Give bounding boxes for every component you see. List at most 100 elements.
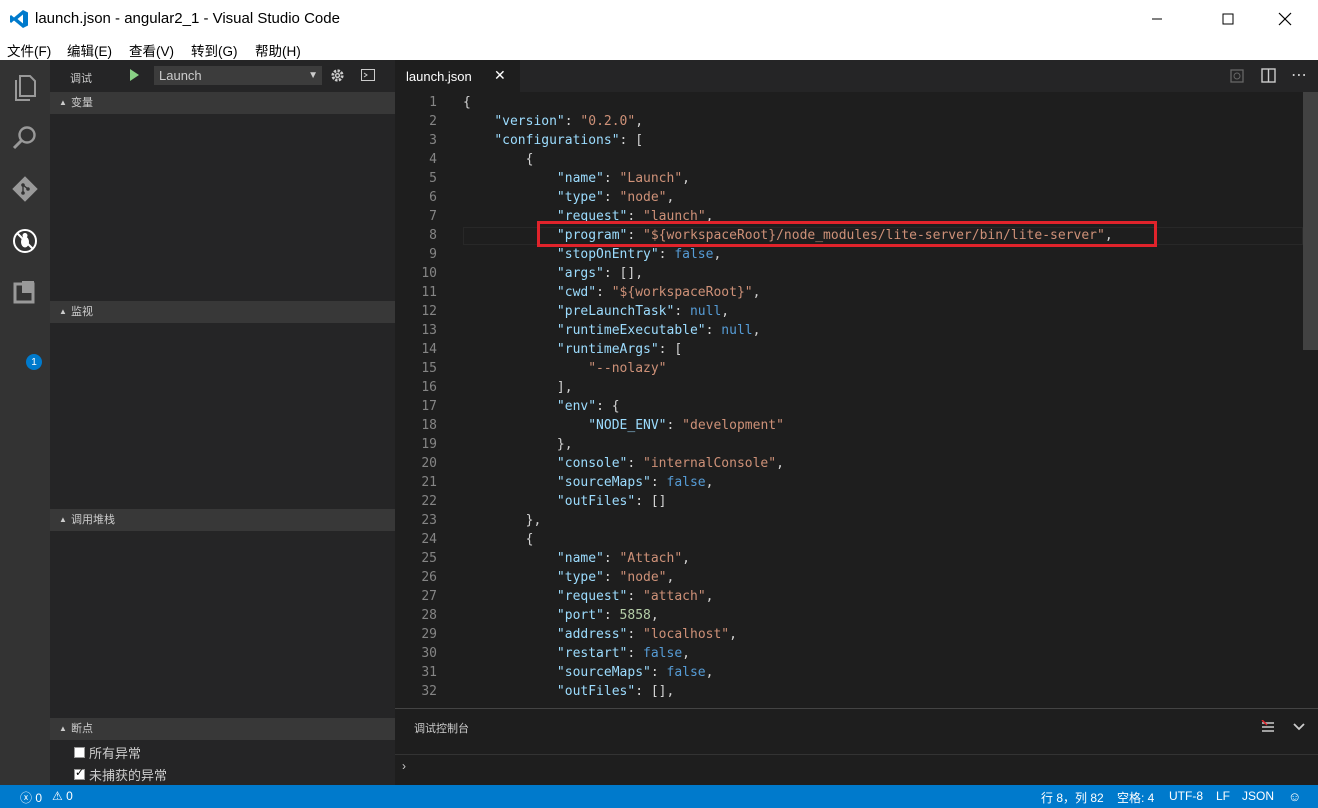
- debug-console-icon[interactable]: [361, 69, 375, 81]
- errors-status[interactable]: ⓧ 0: [20, 789, 42, 806]
- code-token: "node": [619, 570, 667, 585]
- search-button[interactable]: [0, 116, 50, 160]
- code-token: :: [603, 190, 620, 205]
- code-line: ],: [463, 380, 573, 395]
- maximize-button[interactable]: [1205, 0, 1251, 38]
- code-token: "env": [556, 399, 597, 414]
- start-debugging-icon[interactable]: [130, 69, 139, 81]
- callstack-section-header[interactable]: ▲ 调用堆栈: [50, 509, 395, 531]
- code-line: "console": "internalConsole",: [463, 456, 784, 471]
- breakpoint-all-exceptions[interactable]: 所有异常: [74, 743, 141, 762]
- menu-go[interactable]: 转到(G): [191, 40, 238, 60]
- code-line: "env": {: [463, 399, 620, 414]
- line-number: 21: [421, 475, 437, 490]
- menu-help[interactable]: 帮助(H): [255, 40, 301, 60]
- code-token: :: [658, 247, 675, 262]
- cursor-position[interactable]: 行 8，列 82: [1041, 789, 1104, 806]
- debug-button[interactable]: [0, 219, 50, 263]
- debug-sidebar: 调试 Launch ▼ ▲ 变量 ▲ 监视 ▲ 调用堆栈 ▲ 断点 所有异常 未…: [50, 60, 395, 785]
- tab-launch-json[interactable]: launch.json ✕: [395, 60, 520, 92]
- breakpoints-section-header[interactable]: ▲ 断点: [50, 718, 395, 740]
- code-token: ,: [682, 646, 690, 661]
- split-editor-icon[interactable]: [1261, 68, 1276, 83]
- line-number: 26: [421, 570, 437, 585]
- code-token: "type": [556, 190, 604, 205]
- clear-console-icon[interactable]: [1261, 720, 1275, 734]
- line-number: 17: [421, 399, 437, 414]
- code-token: :: [603, 171, 620, 186]
- extensions-button[interactable]: [0, 270, 50, 314]
- line-number: 6: [429, 190, 437, 205]
- open-changes-icon[interactable]: [1229, 68, 1245, 84]
- indentation[interactable]: 空格: 4: [1117, 789, 1154, 806]
- close-window-button[interactable]: [1262, 0, 1308, 38]
- code-token: "localhost": [643, 627, 730, 642]
- code-token: "node": [619, 190, 667, 205]
- code-line: "name": "Attach",: [463, 551, 690, 566]
- code-token: :: [627, 589, 644, 604]
- explorer-button[interactable]: [0, 66, 50, 110]
- code-line: "version": "0.2.0",: [463, 114, 643, 129]
- watch-section-header[interactable]: ▲ 监视: [50, 301, 395, 323]
- expand-triangle-icon: ▲: [59, 98, 67, 107]
- line-ending[interactable]: LF: [1216, 789, 1230, 803]
- menu-file[interactable]: 文件(F): [7, 40, 51, 60]
- code-token: "restart": [556, 646, 628, 661]
- code-token: "type": [556, 570, 604, 585]
- code-token: ,: [776, 456, 784, 471]
- code-token: false: [666, 475, 706, 490]
- code-line: "--nolazy": [463, 361, 666, 376]
- code-token: "Launch": [619, 171, 683, 186]
- feedback-smiley-icon[interactable]: ☺: [1288, 789, 1301, 804]
- chevron-down-icon: ▼: [308, 70, 318, 81]
- encoding[interactable]: UTF-8: [1169, 789, 1203, 803]
- code-line: "runtimeArgs": [: [463, 342, 682, 357]
- callstack-title: 调用堆栈: [71, 514, 115, 526]
- gear-icon[interactable]: [330, 68, 345, 83]
- code-line: },: [463, 437, 573, 452]
- menu-view[interactable]: 查看(V): [129, 40, 174, 60]
- maximize-icon: [1222, 13, 1234, 25]
- minimize-button[interactable]: [1134, 0, 1180, 38]
- breakpoint-uncaught-exceptions[interactable]: 未捕获的异常: [74, 765, 167, 784]
- chevron-down-icon[interactable]: [1292, 722, 1306, 732]
- more-actions-icon[interactable]: ⋯: [1291, 65, 1307, 85]
- line-number: 28: [421, 608, 437, 623]
- code-token: "runtimeExecutable": [556, 323, 706, 338]
- code-token: :: [650, 665, 667, 680]
- code-line: {: [463, 95, 471, 110]
- console-input[interactable]: ›: [402, 759, 406, 773]
- code-token: ,: [635, 114, 644, 129]
- menu-edit[interactable]: 编辑(E): [67, 40, 112, 60]
- line-number: 18: [421, 418, 437, 433]
- code-token: "name": [556, 171, 604, 186]
- checkbox-checked[interactable]: [74, 766, 85, 780]
- source-control-button[interactable]: [0, 167, 50, 211]
- code-token: "cwd": [556, 285, 597, 300]
- line-number: 23: [421, 513, 437, 528]
- code-token: :: [674, 304, 690, 319]
- scrollbar-thumb[interactable]: [1303, 92, 1318, 350]
- launch-config-select[interactable]: Launch ▼: [154, 66, 322, 85]
- code-token: "configurations": [494, 133, 620, 148]
- code-token: {: [463, 95, 471, 110]
- line-number: 22: [421, 494, 437, 509]
- variables-section-header[interactable]: ▲ 变量: [50, 92, 395, 114]
- checkbox[interactable]: [74, 747, 85, 758]
- code-token: ,: [752, 285, 761, 300]
- warnings-status[interactable]: ⚠ 0: [52, 789, 73, 803]
- code-token: :: [705, 323, 722, 338]
- code-token: "args": [556, 266, 604, 281]
- close-tab-icon[interactable]: ✕: [494, 67, 506, 84]
- code-line: {: [463, 152, 534, 167]
- code-token: ,: [682, 171, 690, 186]
- console-input-divider: [395, 754, 1318, 755]
- language-mode[interactable]: JSON: [1242, 789, 1274, 803]
- expand-triangle-icon: ▲: [59, 307, 67, 316]
- line-number: 7: [429, 209, 437, 224]
